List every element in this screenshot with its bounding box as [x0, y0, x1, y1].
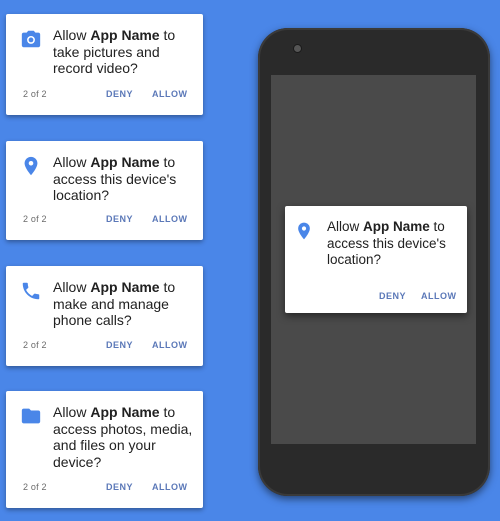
allow-button[interactable]: ALLOW: [152, 214, 188, 224]
deny-button[interactable]: DENY: [379, 291, 406, 301]
camera-icon: [21, 30, 41, 48]
permission-dialog: Allow App Name to access this device's l…: [285, 206, 467, 313]
permission-card-phone: Allow App Name to make and manage phone …: [6, 266, 203, 366]
request-count: 2 of 2: [23, 214, 47, 224]
app-name: App Name: [90, 404, 160, 420]
request-count: 2 of 2: [23, 340, 47, 350]
allow-button[interactable]: ALLOW: [152, 482, 188, 492]
location-pin-icon: [298, 222, 310, 240]
folder-icon: [21, 408, 41, 424]
app-name: App Name: [363, 219, 430, 234]
permission-card-storage: Allow App Name to access photos, media, …: [6, 391, 203, 508]
permission-message: Allow App Name to access photos, media, …: [53, 404, 193, 470]
app-name: App Name: [90, 27, 160, 43]
location-pin-icon: [24, 156, 38, 176]
permission-message: Allow App Name to make and manage phone …: [53, 279, 176, 328]
deny-button[interactable]: DENY: [106, 89, 133, 99]
request-count: 2 of 2: [23, 482, 47, 492]
permission-message: Allow App Name to take pictures and reco…: [53, 27, 176, 76]
deny-button[interactable]: DENY: [106, 482, 133, 492]
deny-button[interactable]: DENY: [106, 214, 133, 224]
request-count: 2 of 2: [23, 89, 47, 99]
permission-card-location: Allow App Name to access this device's l…: [6, 141, 203, 240]
deny-button[interactable]: DENY: [106, 340, 133, 350]
permission-card-camera: Allow App Name to take pictures and reco…: [6, 14, 203, 115]
allow-button[interactable]: ALLOW: [152, 340, 188, 350]
allow-button[interactable]: ALLOW: [421, 291, 457, 301]
front-camera: [294, 45, 301, 52]
app-name: App Name: [90, 154, 160, 170]
allow-button[interactable]: ALLOW: [152, 89, 188, 99]
permission-message: Allow App Name to access this device's l…: [327, 219, 446, 267]
app-name: App Name: [90, 279, 160, 295]
phone-icon: [22, 282, 40, 300]
permission-message: Allow App Name to access this device's l…: [53, 154, 177, 203]
